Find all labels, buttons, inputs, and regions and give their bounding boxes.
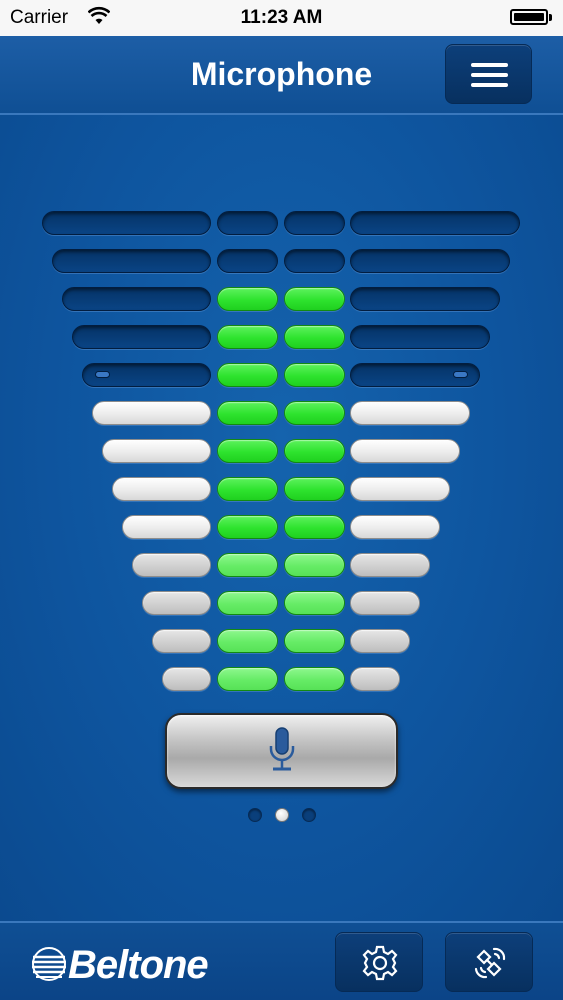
- page-dot-1[interactable]: [248, 808, 262, 822]
- level-bar-right-row-2: [350, 249, 510, 273]
- level-bar-left-row-7: [102, 439, 211, 463]
- level-bar-left-row-4: [72, 325, 211, 349]
- level-bar-right-row-6: [350, 401, 470, 425]
- level-bar-right-row-13: [350, 667, 400, 691]
- level-bar-right-row-10: [350, 553, 430, 577]
- level-bar-center-right-row-2: [284, 249, 345, 273]
- hamburger-icon-line-3: [471, 83, 508, 87]
- app-header: Microphone: [0, 36, 563, 115]
- level-bar-right-row-4: [350, 325, 490, 349]
- status-bar: Carrier 11:23 AM: [0, 0, 563, 36]
- level-bar-center-right-row-6: [284, 401, 345, 425]
- microphone-button[interactable]: [165, 713, 398, 789]
- level-bar-left-row-12: [152, 629, 211, 653]
- level-bar-center-left-row-7: [217, 439, 278, 463]
- level-bar-center-left-row-13: [217, 667, 278, 691]
- level-bar-right-row-12: [350, 629, 410, 653]
- settings-button[interactable]: [335, 932, 423, 992]
- level-bar-center-right-row-7: [284, 439, 345, 463]
- level-bar-center-right-row-12: [284, 629, 345, 653]
- level-bar-center-right-row-5: [284, 363, 345, 387]
- level-slider-handle-left[interactable]: [95, 371, 110, 378]
- level-bar-left-row-6: [92, 401, 211, 425]
- level-bar-center-left-row-8: [217, 477, 278, 501]
- level-bar-center-right-row-1: [284, 211, 345, 235]
- level-bar-left-row-1: [42, 211, 211, 235]
- gear-icon: [362, 945, 398, 981]
- clock: 11:23 AM: [240, 7, 323, 28]
- level-bar-center-left-row-9: [217, 515, 278, 539]
- brand-logo: Beltone: [30, 943, 230, 987]
- battery-tip: [549, 14, 552, 21]
- level-bar-center-right-row-11: [284, 591, 345, 615]
- level-bar-center-right-row-10: [284, 553, 345, 577]
- level-bar-left-row-9: [122, 515, 211, 539]
- hamburger-icon-line-2: [471, 73, 508, 77]
- level-bar-center-right-row-9: [284, 515, 345, 539]
- level-bar-right-row-3: [350, 287, 500, 311]
- level-bar-center-left-row-10: [217, 553, 278, 577]
- wireless-link-icon: [474, 947, 506, 979]
- page-dot-2[interactable]: [275, 808, 289, 822]
- hamburger-icon-line-1: [471, 63, 508, 67]
- menu-button[interactable]: [445, 44, 532, 104]
- page-indicator[interactable]: [248, 808, 318, 824]
- level-bar-center-right-row-13: [284, 667, 345, 691]
- level-bar-left-row-2: [52, 249, 211, 273]
- level-bar-center-left-row-2: [217, 249, 278, 273]
- footer-bar: Beltone: [0, 921, 563, 1000]
- level-slider-handle-right[interactable]: [453, 371, 468, 378]
- level-bar-right-row-11: [350, 591, 420, 615]
- level-bar-left-row-8: [112, 477, 211, 501]
- main-content: [0, 115, 563, 921]
- battery-icon: [510, 9, 548, 25]
- globe-icon: [32, 947, 66, 981]
- brand-name: Beltone: [68, 943, 209, 987]
- level-bar-left-row-13: [162, 667, 211, 691]
- level-bar-center-right-row-4: [284, 325, 345, 349]
- level-bar-center-left-row-3: [217, 287, 278, 311]
- level-bar-right-row-9: [350, 515, 440, 539]
- level-bar-center-left-row-1: [217, 211, 278, 235]
- level-bar-left-row-11: [142, 591, 211, 615]
- level-bar-left-row-3: [62, 287, 211, 311]
- microphone-icon: [269, 727, 295, 771]
- level-bar-center-right-row-8: [284, 477, 345, 501]
- level-bar-center-left-row-4: [217, 325, 278, 349]
- level-bar-center-left-row-5: [217, 363, 278, 387]
- connection-button[interactable]: [445, 932, 533, 992]
- level-bar-center-right-row-3: [284, 287, 345, 311]
- level-bar-right-row-8: [350, 477, 450, 501]
- level-bar-center-left-row-12: [217, 629, 278, 653]
- level-bar-center-left-row-11: [217, 591, 278, 615]
- level-bar-left-row-10: [132, 553, 211, 577]
- level-bar-center-left-row-6: [217, 401, 278, 425]
- level-bar-right-row-1: [350, 211, 520, 235]
- page-dot-3[interactable]: [302, 808, 316, 822]
- level-bar-right-row-7: [350, 439, 460, 463]
